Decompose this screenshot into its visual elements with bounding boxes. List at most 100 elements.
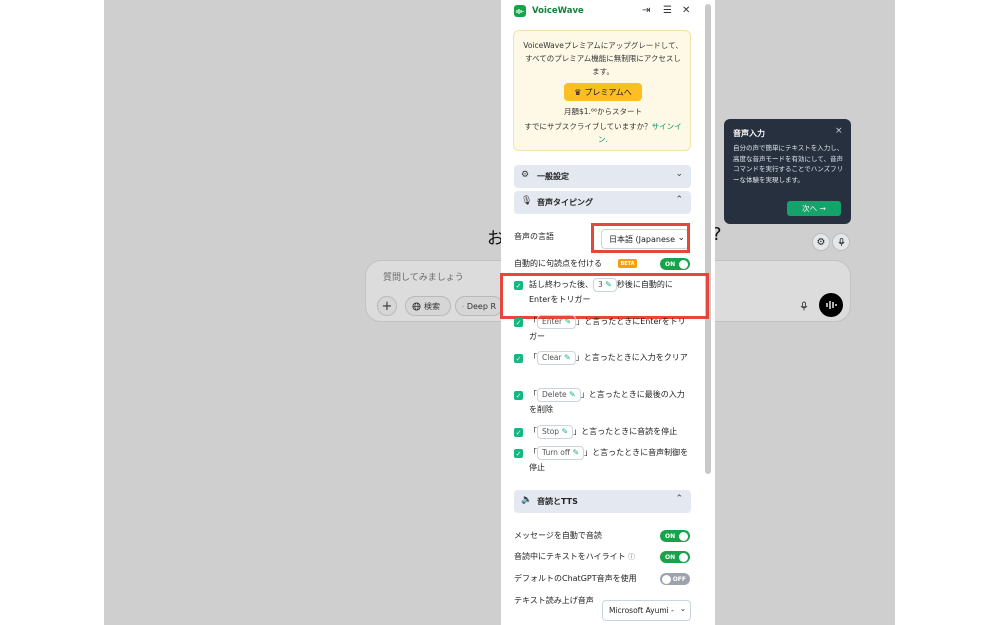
globe-icon [412,301,421,311]
sign-in-icon[interactable]: ⇥ [642,5,650,16]
command-chip[interactable]: Clear ✎ [537,351,576,365]
attach-button[interactable]: + [377,296,397,316]
option-text-pre: 「 [529,390,537,399]
go-premium-label: プレミアムへ [584,87,632,97]
option-text-post: 」と言ったときに音読を停止 [573,427,678,436]
subscribed-question: すでにサブスクライブしていますか？ [524,122,652,131]
section-general-settings[interactable]: ⚙ 一般設定 ⌄ [514,165,691,188]
tooltip-body: 自分の声で簡単にテキストを入力し、高度な音声モードを有効にして、音声コマンドを実… [733,144,844,184]
auto-punctuation-toggle[interactable]: ON [660,258,690,270]
mic-icon [837,237,845,247]
voice-input-fab[interactable] [832,233,850,251]
go-premium-button[interactable]: ♛ プレミアムへ [564,83,642,101]
menu-icon[interactable]: ☰ [663,5,672,16]
command-chip[interactable]: Turn off ✎ [537,446,585,460]
chevron-down-icon: ⌄ [675,169,683,179]
section-general-label: 一般設定 [537,172,569,181]
premium-upgrade-card: VoiceWaveプレミアムにアップグレードして、すべてのプレミアム機能に無制限… [513,30,691,151]
toggle-state: ON [665,553,676,561]
option-text-pre: 「 [529,353,537,362]
crown-icon: ♛ [574,87,582,97]
beta-badge: BETA [618,259,637,268]
highlight-text-label: 音読中にテキストをハイライト ⓘ [514,551,635,562]
highlight-text-toggle[interactable]: ON [660,551,690,563]
toggle-state: ON [665,532,676,540]
highlight-box-language [591,223,690,253]
toggle-knob [679,552,688,562]
search-label: 検索 [424,301,440,311]
edit-icon: ✎ [572,448,580,457]
telescope-icon [462,305,464,307]
upgrade-text: VoiceWaveプレミアムにアップグレードして、すべてのプレミアム機能に無制限… [523,41,683,76]
highlight-text-label-text: 音読中にテキストをハイライト [514,552,626,561]
plus-icon: + [381,298,393,314]
waveform-icon [826,301,837,309]
highlight-box-auto-enter [500,273,709,319]
edit-icon: ✎ [564,317,572,326]
toggle-knob [662,574,671,584]
subscribed-note: すでにサブスクライブしていますか？サインイン. [522,120,684,146]
default-voice-toggle[interactable]: OFF [660,573,690,585]
tts-voice-select[interactable]: Microsoft Ayumi - ⌄ [602,600,691,621]
command-chip[interactable]: Enter ✎ [537,315,577,329]
composer-placeholder[interactable]: 質問してみましょう [383,270,464,283]
gear-icon: ⚙ [816,236,826,248]
option-checkbox[interactable]: ✓ [514,449,523,458]
option-turn-off-command: 「Turn off ✎ 」と言ったときに音声制御を停止 [529,445,691,475]
speaker-icon: 🔈 [521,495,533,505]
deep-research-button[interactable]: Deep R [455,296,503,316]
auto-read-toggle[interactable]: ON [660,530,690,542]
mic-icon: 🎙 [521,196,533,206]
next-button[interactable]: 次へ → [787,201,841,216]
option-delete-command: 「Delete ✎ 」と言ったときに最後の入力を削除 [529,387,691,417]
auto-read-label: メッセージを自動で音読 [514,531,602,540]
chip-value: Clear [542,353,562,362]
toggle-knob [679,259,688,269]
voice-language-label: 音声の言語 [514,232,554,241]
chip-value: Enter [542,317,563,326]
option-checkbox[interactable]: ✓ [514,354,523,363]
section-voice-typing[interactable]: 🎙 音声タイピング ⌃ [514,191,691,214]
chip-value: Stop [542,427,560,436]
brand-name: VoiceWave [532,6,584,16]
command-chip[interactable]: Delete ✎ [537,388,581,402]
tooltip-title: 音声入力 [733,129,765,138]
voicewave-logo-icon [514,5,526,17]
option-text-pre: 「 [529,317,537,326]
section-voice-typing-label: 音声タイピング [537,198,593,207]
toggle-state: ON [665,260,676,268]
edit-icon: ✎ [564,353,571,362]
toggle-knob [679,531,688,541]
toggle-state: OFF [672,575,686,583]
voice-input-tooltip: 音声入力 × 自分の声で簡単にテキストを入力し、高度な音声モードを有効にして、音… [724,119,851,224]
auto-punctuation-label: 自動的に句読点を付ける [514,259,602,268]
command-chip[interactable]: Stop ✎ [537,425,574,439]
chip-value: Turn off [542,448,571,457]
section-read-aloud-tts[interactable]: 🔈 音読とTTS ⌃ [514,490,691,513]
edit-icon: ✎ [569,390,576,399]
option-checkbox[interactable]: ✓ [514,318,523,327]
chevron-up-icon: ⌃ [675,195,683,205]
default-voice-label: デフォルトのChatGPT音声を使用 [514,574,637,583]
option-clear-command: 「Clear ✎ 」と言ったときに入力をクリア [529,350,691,365]
panel-scrollbar[interactable] [705,4,711,474]
option-text-post: 」と言ったときに入力をクリア [575,353,688,362]
option-text-pre: 「 [529,448,537,457]
chevron-up-icon: ⌃ [675,494,683,504]
search-button[interactable]: 検索 [405,296,451,316]
price-text: 月額$1.⁶⁶からスタート [564,107,642,116]
close-icon[interactable]: ✕ [682,5,690,16]
option-checkbox[interactable]: ✓ [514,391,523,400]
section-tts-label: 音読とTTS [537,497,578,506]
chip-value: Delete [542,390,567,399]
settings-fab[interactable]: ⚙ [812,233,830,251]
option-checkbox[interactable]: ✓ [514,428,523,437]
tts-voice-value: Microsoft Ayumi - [609,606,674,615]
help-icon[interactable]: ⓘ [628,553,635,561]
mic-icon [800,301,808,311]
voice-mode-button[interactable] [819,293,843,317]
option-stop-command: 「Stop ✎ 」と言ったときに音読を停止 [529,424,691,439]
dictate-button[interactable] [794,296,814,316]
close-icon[interactable]: × [835,126,843,136]
deep-research-label: Deep R [466,301,496,311]
